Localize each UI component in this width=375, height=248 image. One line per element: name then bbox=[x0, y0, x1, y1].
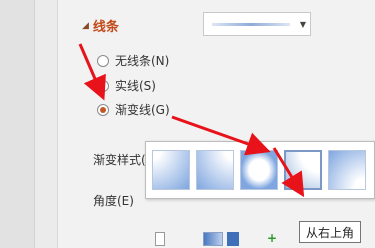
radio-label: 实线(S) bbox=[115, 79, 156, 93]
direction-option-center[interactable] bbox=[240, 150, 278, 190]
radio-button-checked[interactable] bbox=[97, 103, 109, 116]
radio-button[interactable] bbox=[97, 79, 109, 92]
radio-label: 渐变线(G) bbox=[115, 103, 170, 117]
left-strip bbox=[0, 0, 35, 248]
radio-gradient-line[interactable]: 渐变线(G) bbox=[97, 101, 170, 118]
direction-option-from-top-right[interactable] bbox=[284, 150, 322, 190]
bottom-controls: + bbox=[155, 232, 279, 246]
add-stop-icon[interactable]: + bbox=[267, 232, 279, 246]
line-preview bbox=[212, 23, 290, 26]
radio-label: 无线条(N) bbox=[115, 54, 170, 68]
section-title: 线条 bbox=[92, 20, 119, 35]
radio-no-line[interactable]: 无线条(N) bbox=[97, 52, 169, 69]
radio-solid-line[interactable]: 实线(S) bbox=[97, 77, 156, 94]
direction-option-bottom-right[interactable] bbox=[328, 150, 366, 190]
chevron-down-icon: ▼ bbox=[299, 20, 306, 29]
gradient-stop[interactable] bbox=[227, 232, 239, 246]
tooltip: 从右上角 bbox=[299, 221, 361, 243]
angle-label: 角度(E) bbox=[93, 194, 134, 208]
line-style-dropdown[interactable]: ▼ bbox=[203, 12, 311, 36]
direction-option-top-right-alt[interactable] bbox=[196, 150, 234, 190]
line-section-header[interactable]: ◢ 线条 bbox=[82, 16, 119, 35]
radio-button[interactable] bbox=[97, 54, 109, 67]
gradient-stop-bar[interactable] bbox=[203, 232, 223, 246]
direction-option-top-left[interactable] bbox=[152, 150, 190, 190]
gradient-direction-popup bbox=[145, 141, 375, 199]
format-panel bbox=[57, 0, 375, 248]
triangle-down-icon: ◢ bbox=[82, 20, 89, 31]
checkbox[interactable] bbox=[155, 232, 165, 246]
